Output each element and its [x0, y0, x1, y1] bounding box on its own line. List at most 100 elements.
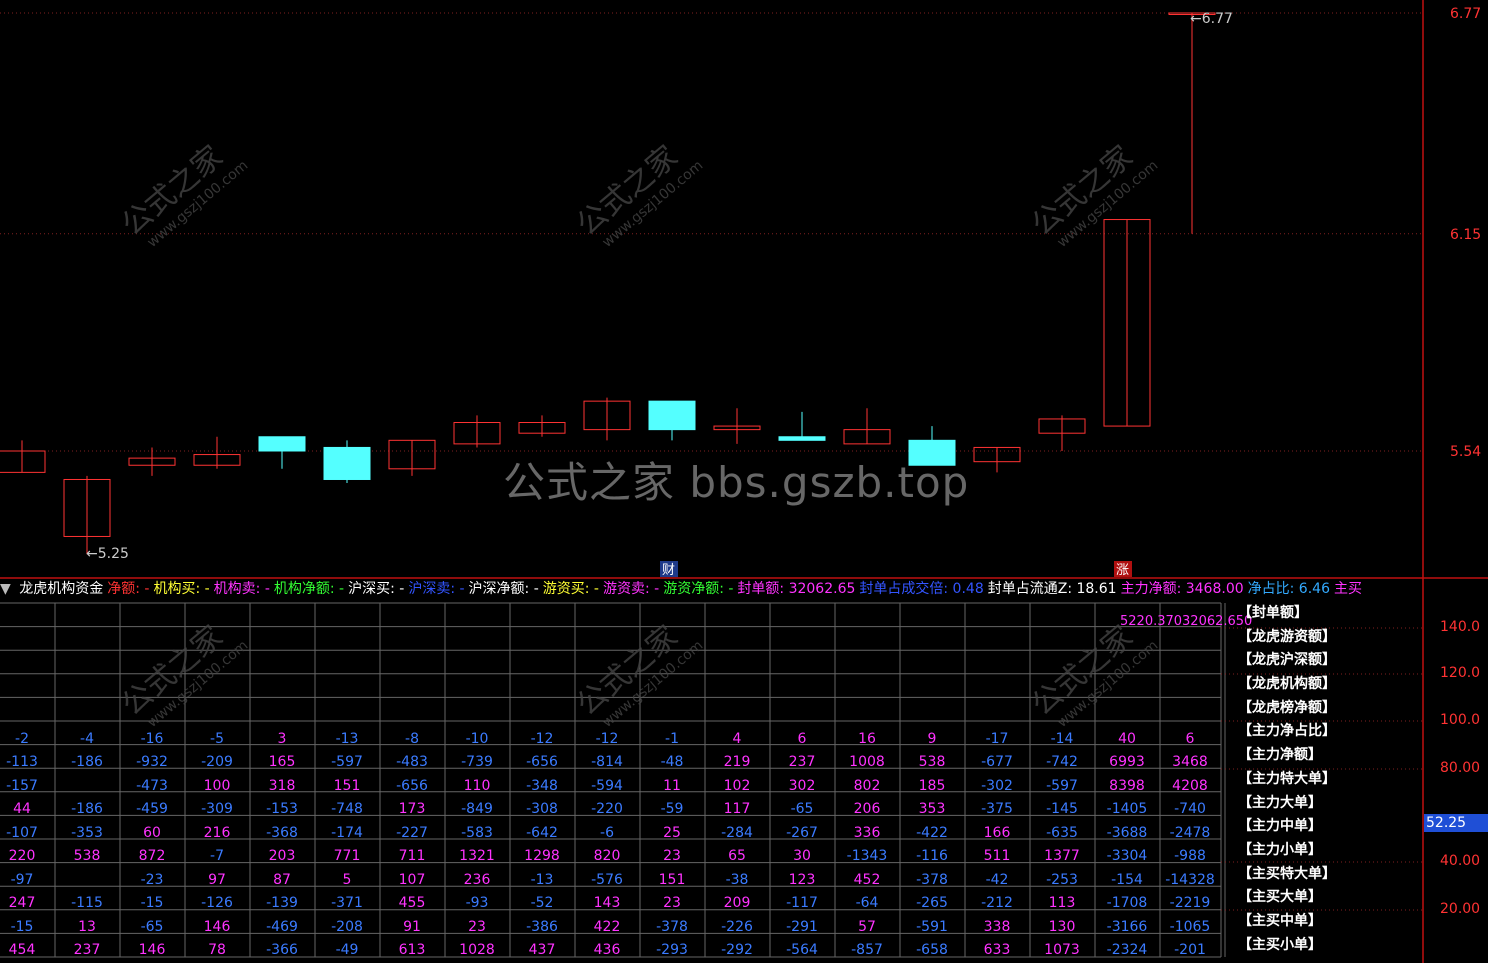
table-cell: 538 [918, 754, 946, 770]
table-cell: -348 [526, 778, 558, 794]
table-cell: 820 [593, 848, 621, 864]
indicator-header-item: 龙虎机构资金 [19, 581, 104, 597]
table-cell: -656 [526, 754, 558, 770]
table-cell: 206 [853, 801, 881, 817]
table-cell: 87 [273, 872, 291, 888]
table-cell: 6 [1185, 731, 1195, 747]
table-cell: -473 [136, 778, 168, 794]
table-cell: 97 [208, 872, 226, 888]
table-cell: 802 [853, 778, 881, 794]
table-cell: 237 [73, 942, 101, 958]
table-cell: 65 [728, 848, 746, 864]
table-cell: 91 [403, 919, 421, 935]
table-cell: -371 [331, 895, 363, 911]
table-cell: -13 [530, 872, 554, 888]
table-cell: -2478 [1169, 825, 1211, 841]
table-cell: 6 [797, 731, 807, 747]
legend-item: 【龙虎游资额】 [1238, 628, 1336, 645]
table-cell: 166 [983, 825, 1011, 841]
table-cell: 247 [8, 895, 36, 911]
table-cell: 633 [983, 942, 1011, 958]
indicator-header-item: 封单额: 32062.65 [737, 581, 856, 597]
table-cell: 1377 [1044, 848, 1080, 864]
table-cell: 40 [1118, 731, 1136, 747]
table-cell: -209 [201, 754, 233, 770]
table-cell: -742 [1046, 754, 1078, 770]
table-cell: -15 [10, 919, 34, 935]
legend-item: 【主力特大单】 [1238, 770, 1336, 787]
table-cell: -302 [981, 778, 1013, 794]
table-cell: 123 [788, 872, 816, 888]
table-cell: -3688 [1106, 825, 1148, 841]
table-cell: -3166 [1106, 919, 1148, 935]
table-cell: -117 [786, 895, 818, 911]
table-cell: -308 [526, 801, 558, 817]
table-cell: -8 [405, 731, 419, 747]
table-cell: 209 [723, 895, 751, 911]
table-cell: 23 [468, 919, 486, 935]
table-cell: -469 [266, 919, 298, 935]
high-price-marker: ←6.77 [1190, 11, 1233, 27]
indicator-header-item: 机构净额: - [273, 581, 345, 597]
table-cell: -2 [15, 731, 29, 747]
table-cell: 302 [788, 778, 816, 794]
watermark-center: 公式之家 bbs.gszb.top [503, 458, 970, 507]
table-cell: -17 [985, 731, 1009, 747]
indicator-header-item: 机构卖: - [213, 581, 270, 597]
axis-tick-label: 20.00 [1440, 901, 1481, 917]
table-cell: -656 [396, 778, 428, 794]
table-cell: -378 [916, 872, 948, 888]
table-cell: -12 [530, 731, 554, 747]
collapse-icon[interactable]: ▼ [0, 581, 11, 597]
table-cell: 1008 [849, 754, 885, 770]
table-cell: 1298 [524, 848, 560, 864]
table-cell: -3304 [1106, 848, 1148, 864]
table-cell: -291 [786, 919, 818, 935]
table-cell: -227 [396, 825, 428, 841]
axis-tick-label: 100.0 [1440, 712, 1481, 728]
table-cell: 203 [268, 848, 296, 864]
indicator-header-item: 净占比: 6.46 [1247, 581, 1330, 597]
table-cell: 44 [13, 801, 31, 817]
indicator-header-item: 主力净额: 3468.00 [1120, 581, 1244, 597]
candle-body [648, 400, 696, 431]
table-cell: -15 [140, 895, 164, 911]
axis-tick-label: 120.0 [1440, 665, 1481, 681]
legend-item: 【龙虎机构额】 [1238, 676, 1336, 693]
legend-item: 【主力净占比】 [1238, 723, 1336, 740]
table-cell: 151 [333, 778, 361, 794]
table-cell: -226 [721, 919, 753, 935]
table-cell: -42 [985, 872, 1009, 888]
table-cell: 1028 [459, 942, 495, 958]
table-cell: -814 [591, 754, 623, 770]
table-cell: 57 [858, 919, 876, 935]
table-cell: -265 [916, 895, 948, 911]
table-cell: -748 [331, 801, 363, 817]
table-cell: -208 [331, 919, 363, 935]
indicator-header-item: 游资净额: - [663, 581, 734, 597]
table-cell: -576 [591, 872, 623, 888]
table-cell: -6 [600, 825, 614, 841]
table-cell: 511 [983, 848, 1011, 864]
table-cell: 113 [1048, 895, 1076, 911]
table-cell: 452 [853, 872, 881, 888]
candle-body [323, 446, 371, 480]
table-cell: -1405 [1106, 801, 1148, 817]
table-cell: -23 [140, 872, 164, 888]
table-cell: -49 [335, 942, 359, 958]
table-cell: 318 [268, 778, 296, 794]
table-cell: -459 [136, 801, 168, 817]
table-cell: -1 [665, 731, 679, 747]
price-label: 5.54 [1450, 444, 1481, 460]
table-cell: -14 [1050, 731, 1074, 747]
table-cell: -658 [916, 942, 948, 958]
legend-item: 【主力净额】 [1238, 747, 1322, 764]
table-cell: 237 [788, 754, 816, 770]
table-cell: -38 [725, 872, 749, 888]
table-cell: -212 [981, 895, 1013, 911]
table-cell: 1321 [459, 848, 495, 864]
table-cell: 60 [143, 825, 161, 841]
indicator-header-item: 净额: - [107, 581, 150, 597]
table-cell: 11 [663, 778, 681, 794]
legend-item: 【主力小单】 [1238, 841, 1322, 858]
